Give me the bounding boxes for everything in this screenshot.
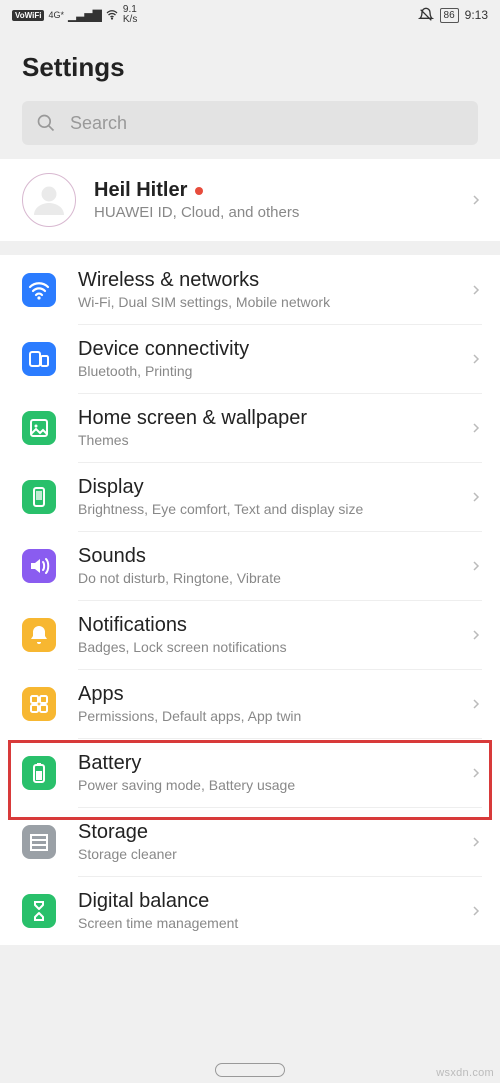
watermark: wsxdn.com bbox=[436, 1067, 494, 1079]
row-sub: Themes bbox=[78, 432, 470, 448]
chevron-right-icon bbox=[470, 625, 482, 645]
chevron-right-icon bbox=[470, 280, 482, 300]
battery-indicator: 86 bbox=[440, 8, 459, 23]
status-right: 86 9:13 bbox=[418, 7, 488, 23]
hourglass-icon bbox=[22, 894, 56, 928]
settings-row-display[interactable]: Display Brightness, Eye comfort, Text and… bbox=[0, 462, 500, 531]
row-sub: Badges, Lock screen notifications bbox=[78, 639, 470, 655]
grid-icon bbox=[22, 687, 56, 721]
row-sub: Do not disturb, Ringtone, Vibrate bbox=[78, 570, 470, 586]
bell-icon bbox=[22, 618, 56, 652]
battery-icon bbox=[22, 756, 56, 790]
section-gap bbox=[0, 241, 500, 255]
settings-row-sounds[interactable]: Sounds Do not disturb, Ringtone, Vibrate bbox=[0, 531, 500, 600]
chevron-right-icon bbox=[470, 418, 482, 438]
account-row[interactable]: Heil Hitler HUAWEI ID, Cloud, and others bbox=[0, 159, 500, 241]
status-bar: VoWiFi 4G* ▁▃▅▇ 9.1 K/s 86 9:13 bbox=[0, 0, 500, 30]
sound-icon bbox=[22, 549, 56, 583]
row-sub: Brightness, Eye comfort, Text and displa… bbox=[78, 501, 470, 517]
row-text: Home screen & wallpaper Themes bbox=[78, 407, 470, 448]
row-title: Home screen & wallpaper bbox=[78, 407, 470, 430]
wifi-status-icon bbox=[105, 9, 119, 21]
network-label: 4G* bbox=[48, 10, 64, 20]
row-sub: Wi-Fi, Dual SIM settings, Mobile network bbox=[78, 294, 470, 310]
chevron-right-icon bbox=[470, 901, 482, 921]
row-title: Wireless & networks bbox=[78, 269, 470, 292]
image-icon bbox=[22, 411, 56, 445]
row-title: Device connectivity bbox=[78, 338, 470, 361]
settings-row-digital[interactable]: Digital balance Screen time management bbox=[0, 876, 500, 945]
settings-row-battery[interactable]: Battery Power saving mode, Battery usage bbox=[0, 738, 500, 807]
row-text: Storage Storage cleaner bbox=[78, 821, 470, 862]
account-text: Heil Hitler HUAWEI ID, Cloud, and others bbox=[94, 179, 470, 221]
row-text: Device connectivity Bluetooth, Printing bbox=[78, 338, 470, 379]
devices-icon bbox=[22, 342, 56, 376]
chevron-right-icon bbox=[470, 694, 482, 714]
chevron-right-icon bbox=[470, 763, 482, 783]
signal-icon: ▁▃▅▇ bbox=[68, 8, 101, 22]
chevron-right-icon bbox=[470, 349, 482, 369]
phone-icon bbox=[22, 480, 56, 514]
chevron-right-icon bbox=[470, 832, 482, 852]
settings-row-apps[interactable]: Apps Permissions, Default apps, App twin bbox=[0, 669, 500, 738]
row-text: Wireless & networks Wi-Fi, Dual SIM setti… bbox=[78, 269, 470, 310]
search-placeholder: Search bbox=[70, 113, 127, 134]
row-title: Battery bbox=[78, 752, 470, 775]
row-title: Display bbox=[78, 476, 470, 499]
page-title: Settings bbox=[0, 30, 500, 101]
row-text: Display Brightness, Eye comfort, Text and… bbox=[78, 476, 470, 517]
row-text: Battery Power saving mode, Battery usage bbox=[78, 752, 470, 793]
chevron-right-icon bbox=[470, 190, 482, 210]
settings-row-home[interactable]: Home screen & wallpaper Themes bbox=[0, 393, 500, 462]
chevron-right-icon bbox=[470, 487, 482, 507]
row-title: Notifications bbox=[78, 614, 470, 637]
account-name: Heil Hitler bbox=[94, 179, 187, 202]
search-container: Search bbox=[0, 101, 500, 159]
settings-row-wireless[interactable]: Wireless & networks Wi-Fi, Dual SIM setti… bbox=[0, 255, 500, 324]
row-text: Digital balance Screen time management bbox=[78, 890, 470, 931]
search-input[interactable]: Search bbox=[22, 101, 478, 145]
wifi-icon bbox=[22, 273, 56, 307]
nav-pill-icon[interactable] bbox=[215, 1063, 285, 1077]
search-icon bbox=[36, 113, 56, 133]
row-sub: Permissions, Default apps, App twin bbox=[78, 708, 470, 724]
storage-icon bbox=[22, 825, 56, 859]
settings-row-storage[interactable]: Storage Storage cleaner bbox=[0, 807, 500, 876]
row-sub: Power saving mode, Battery usage bbox=[78, 777, 470, 793]
clock: 9:13 bbox=[465, 8, 488, 22]
settings-row-notifications[interactable]: Notifications Badges, Lock screen notific… bbox=[0, 600, 500, 669]
settings-list: Wireless & networks Wi-Fi, Dual SIM setti… bbox=[0, 255, 500, 945]
notification-dot-icon bbox=[195, 187, 203, 195]
row-title: Digital balance bbox=[78, 890, 470, 913]
row-sub: Bluetooth, Printing bbox=[78, 363, 470, 379]
status-left: VoWiFi 4G* ▁▃▅▇ 9.1 K/s bbox=[12, 5, 137, 25]
speed-indicator: 9.1 K/s bbox=[123, 5, 137, 25]
row-text: Notifications Badges, Lock screen notific… bbox=[78, 614, 470, 655]
row-title: Sounds bbox=[78, 545, 470, 568]
account-name-line: Heil Hitler bbox=[94, 179, 470, 202]
avatar bbox=[22, 173, 76, 227]
row-title: Apps bbox=[78, 683, 470, 706]
row-sub: Screen time management bbox=[78, 915, 470, 931]
row-sub: Storage cleaner bbox=[78, 846, 470, 862]
chevron-right-icon bbox=[470, 556, 482, 576]
row-text: Sounds Do not disturb, Ringtone, Vibrate bbox=[78, 545, 470, 586]
settings-row-device[interactable]: Device connectivity Bluetooth, Printing bbox=[0, 324, 500, 393]
row-text: Apps Permissions, Default apps, App twin bbox=[78, 683, 470, 724]
dnd-icon bbox=[418, 7, 434, 23]
vowifi-badge: VoWiFi bbox=[12, 10, 44, 21]
account-sub: HUAWEI ID, Cloud, and others bbox=[94, 204, 470, 221]
row-title: Storage bbox=[78, 821, 470, 844]
